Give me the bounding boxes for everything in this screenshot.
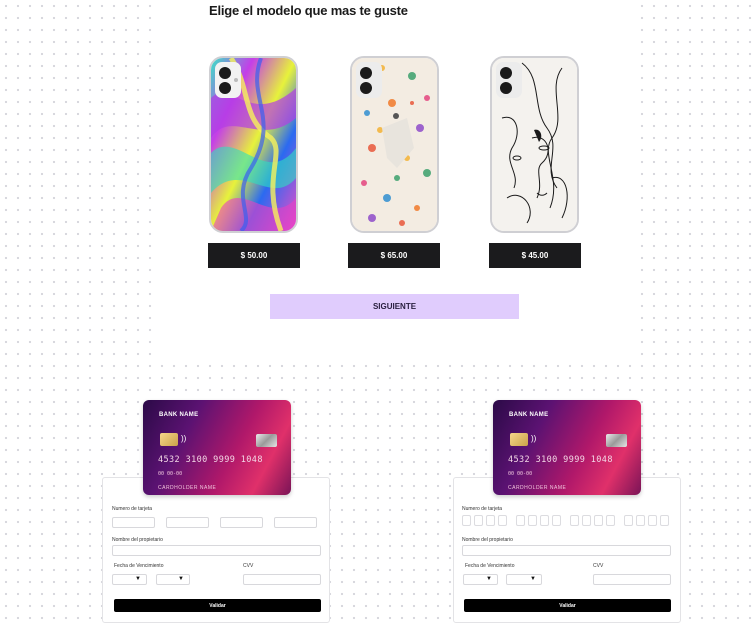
price-button-3[interactable]: $ 45.00 bbox=[489, 243, 581, 268]
expiry-month-select[interactable]: ▼ bbox=[463, 574, 498, 585]
chevron-down-icon: ▼ bbox=[135, 576, 141, 582]
expiry-year-select[interactable]: ▼ bbox=[506, 574, 542, 585]
card-digit-box[interactable] bbox=[606, 515, 615, 526]
chevron-down-icon: ▼ bbox=[486, 576, 492, 582]
hologram-icon bbox=[256, 434, 277, 447]
chip-icon bbox=[160, 433, 178, 446]
card-digit-box[interactable] bbox=[624, 515, 633, 526]
phone-case-line-art[interactable] bbox=[490, 56, 579, 233]
expiry-year-select[interactable]: ▼ bbox=[156, 574, 190, 585]
card-digit-box[interactable] bbox=[540, 515, 549, 526]
chip-icon bbox=[510, 433, 528, 446]
validate-button[interactable]: Validar bbox=[114, 599, 321, 612]
card-digit-box[interactable] bbox=[594, 515, 603, 526]
card-digit-box[interactable] bbox=[552, 515, 561, 526]
chevron-down-icon: ▼ bbox=[530, 576, 536, 582]
card-digit-box[interactable] bbox=[582, 515, 591, 526]
hologram-icon bbox=[606, 434, 627, 447]
card-number-field-1[interactable] bbox=[112, 517, 155, 528]
card-number-display: 4532 3100 9999 1048 bbox=[508, 455, 613, 465]
card-digit-box[interactable] bbox=[570, 515, 579, 526]
chevron-down-icon: ▼ bbox=[178, 576, 184, 582]
cvv-field[interactable] bbox=[243, 574, 321, 585]
card-number-field-3[interactable] bbox=[220, 517, 263, 528]
card-digit-box[interactable] bbox=[516, 515, 525, 526]
card-digit-box[interactable] bbox=[528, 515, 537, 526]
card-digit-box[interactable] bbox=[486, 515, 495, 526]
phone-case-floral[interactable] bbox=[350, 56, 439, 233]
cvv-label: CVV bbox=[243, 563, 254, 569]
card-expiry-display: 00 00-00 bbox=[508, 471, 533, 477]
card-digit-box[interactable] bbox=[636, 515, 645, 526]
card-digit-box[interactable] bbox=[462, 515, 471, 526]
cardholder-display: CARDHOLDER NAME bbox=[158, 485, 217, 491]
contactless-icon: )) bbox=[531, 434, 537, 443]
card-digit-box[interactable] bbox=[660, 515, 669, 526]
card-number-display: 4532 3100 9999 1048 bbox=[158, 455, 263, 465]
cvv-field[interactable] bbox=[593, 574, 671, 585]
expiry-label: Fecha de Vencimiento bbox=[465, 563, 515, 569]
card-expiry-display: 00 00-00 bbox=[158, 471, 183, 477]
card-digit-box[interactable] bbox=[648, 515, 657, 526]
phone-case-psychedelic[interactable] bbox=[209, 56, 298, 233]
cardholder-display: CARDHOLDER NAME bbox=[508, 485, 567, 491]
card-number-label: Numero de tarjeta bbox=[112, 506, 153, 512]
card-number-field-2[interactable] bbox=[166, 517, 209, 528]
bank-name: BANK NAME bbox=[509, 412, 549, 418]
card-number-field-4[interactable] bbox=[274, 517, 317, 528]
page-title: Elige el modelo que mas te guste bbox=[209, 3, 408, 18]
owner-label: Nombre del propietario bbox=[462, 537, 513, 543]
card-digit-box[interactable] bbox=[498, 515, 507, 526]
owner-field[interactable] bbox=[462, 545, 671, 556]
credit-card-right: BANK NAME )) 4532 3100 9999 1048 00 00-0… bbox=[493, 400, 641, 495]
expiry-label: Fecha de Vencimiento bbox=[114, 563, 164, 569]
price-button-2[interactable]: $ 65.00 bbox=[348, 243, 440, 268]
price-button-1[interactable]: $ 50.00 bbox=[208, 243, 300, 268]
expiry-month-select[interactable]: ▼ bbox=[112, 574, 147, 585]
contactless-icon: )) bbox=[181, 434, 187, 443]
credit-card-left: BANK NAME )) 4532 3100 9999 1048 00 00-0… bbox=[143, 400, 291, 495]
validate-button[interactable]: Validar bbox=[464, 599, 671, 612]
owner-field[interactable] bbox=[112, 545, 321, 556]
owner-label: Nombre del propietario bbox=[112, 537, 163, 543]
bank-name: BANK NAME bbox=[159, 412, 199, 418]
card-digit-box[interactable] bbox=[474, 515, 483, 526]
cvv-label: CVV bbox=[593, 563, 604, 569]
card-number-label: Numero de tarjeta bbox=[462, 506, 503, 512]
next-button[interactable]: SIGUIENTE bbox=[270, 294, 519, 319]
